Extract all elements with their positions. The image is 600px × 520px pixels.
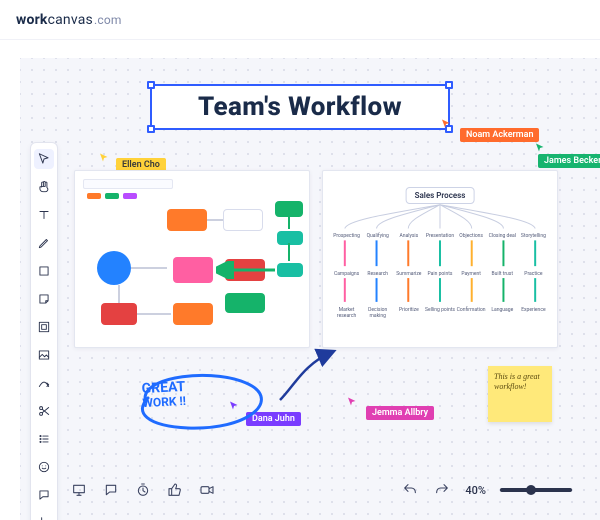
mindmap-row-3: Market researchDecision makingPrioritize…	[331, 307, 549, 319]
pan-tool[interactable]	[34, 177, 54, 197]
cursor-label-james: James Becker	[538, 154, 600, 168]
mindmap-lines	[323, 171, 557, 347]
brand-logo: workcanvas.com	[16, 12, 122, 28]
zoom-slider-thumb[interactable]	[526, 485, 536, 495]
frame-mindmap[interactable]: Sales Process ProspectingQualifyingAnal	[322, 170, 558, 348]
side-toolbar	[30, 142, 58, 520]
frame-flowchart[interactable]	[74, 170, 310, 348]
like-icon[interactable]	[166, 481, 184, 499]
brand-bold: work	[16, 12, 48, 28]
sticky-tool[interactable]	[34, 289, 54, 309]
video-icon[interactable]	[198, 481, 216, 499]
resize-handle[interactable]	[445, 81, 453, 89]
sticky-note[interactable]: This is a great workflow!	[488, 366, 552, 422]
hand-text: GREAT WORK !!	[141, 379, 186, 410]
brand-ext: .com	[94, 13, 122, 27]
undo-icon[interactable]	[401, 481, 419, 499]
text-tool[interactable]	[34, 205, 54, 225]
mindmap-row-1: ProspectingQualifyingAnalysisPresentatio…	[331, 233, 549, 239]
zoom-slider[interactable]	[500, 488, 572, 492]
emoji-tool[interactable]	[34, 457, 54, 477]
canvas-title[interactable]: Team's Workflow	[198, 92, 402, 122]
mindmap-row-2: CampaignsResearchSummarizePain pointsPay…	[331, 271, 549, 277]
connector-tool[interactable]	[34, 373, 54, 393]
link-arrow	[274, 346, 344, 406]
app-root: workcanvas.com Team's Work	[0, 0, 600, 520]
title-selection[interactable]: Team's Workflow	[150, 84, 450, 130]
list-tool[interactable]	[34, 429, 54, 449]
shape-tool[interactable]	[34, 261, 54, 281]
cursor-label-noam: Noam Ackerman	[460, 128, 539, 142]
frame-tool[interactable]	[34, 317, 54, 337]
header: workcanvas.com	[0, 0, 600, 40]
resize-handle[interactable]	[147, 81, 155, 89]
comment-icon[interactable]	[102, 481, 120, 499]
pencil-tool[interactable]	[34, 233, 54, 253]
scissors-tool[interactable]	[34, 401, 54, 421]
brand-rest: canvas	[48, 12, 93, 28]
timer-icon[interactable]	[134, 481, 152, 499]
image-tool[interactable]	[34, 345, 54, 365]
comment-tool[interactable]	[34, 485, 54, 505]
select-tool[interactable]	[34, 149, 54, 169]
cursor-label-jemma: Jemma Allbry	[366, 406, 434, 420]
bottom-bar: 40%	[70, 476, 572, 504]
present-icon[interactable]	[70, 481, 88, 499]
crop-tool[interactable]	[34, 513, 54, 520]
canvas[interactable]: Team's Workflow Noam Ackerman James Beck…	[20, 58, 600, 520]
redo-icon[interactable]	[433, 481, 451, 499]
zoom-level: 40%	[465, 484, 486, 497]
resize-handle[interactable]	[147, 125, 155, 133]
